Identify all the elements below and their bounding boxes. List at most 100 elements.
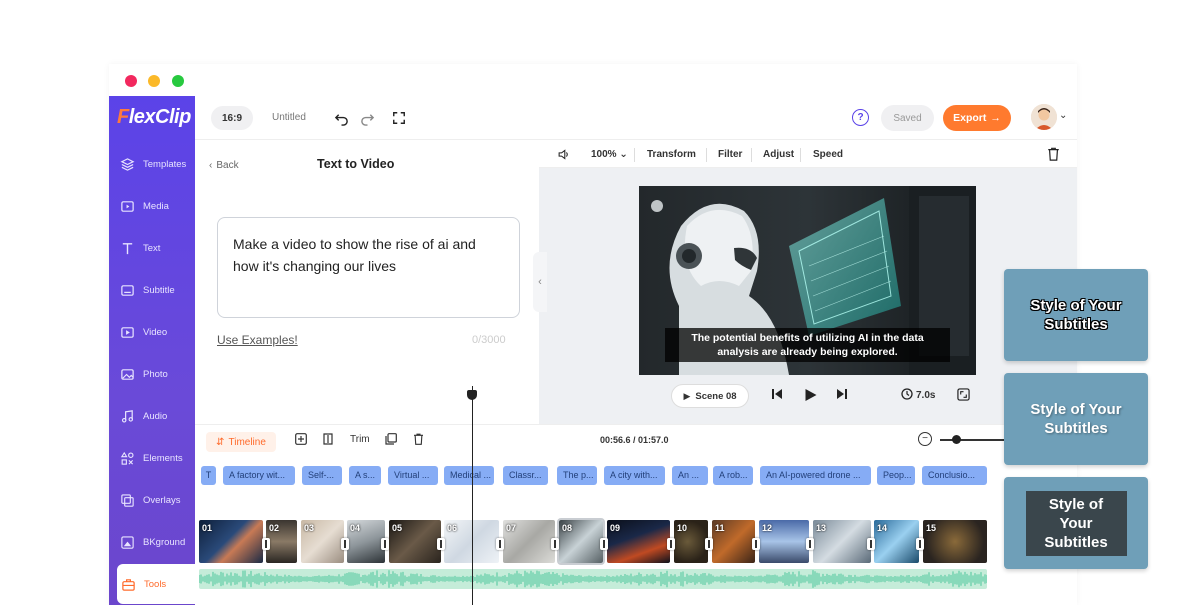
minimize-window-dot[interactable] xyxy=(148,75,160,87)
prompt-textarea[interactable]: Make a video to show the rise of ai and … xyxy=(217,217,520,318)
scene-thumbnail-selected[interactable]: 08 xyxy=(557,518,605,565)
sidebar-item-media[interactable]: Media xyxy=(109,186,195,226)
transition-marker[interactable] xyxy=(437,538,445,550)
scene-thumbnail[interactable]: 12 xyxy=(759,520,809,563)
zoom-slider-handle[interactable] xyxy=(952,435,961,444)
timeline-tab[interactable]: ⇵ Timeline xyxy=(206,432,276,452)
fullscreen-icon[interactable] xyxy=(390,109,408,127)
sidebar-item-subtitle[interactable]: Subtitle xyxy=(109,270,195,310)
zoom-dropdown[interactable]: 100% ⌄ xyxy=(591,149,628,160)
sidebar-item-tools[interactable]: Tools xyxy=(117,564,195,604)
subtitle-chip[interactable]: Classr... xyxy=(503,466,548,485)
subtitle-chip[interactable]: Peop... xyxy=(877,466,915,485)
skip-forward-icon[interactable] xyxy=(836,388,848,403)
trim-button[interactable]: Trim xyxy=(350,434,370,445)
video-frame[interactable]: The potential benefits of utilizing AI i… xyxy=(639,186,976,375)
sidebar-item-elements[interactable]: Elements xyxy=(109,438,195,478)
scene-thumbnail[interactable]: 02 xyxy=(266,520,297,563)
scene-thumbnail[interactable]: 01 xyxy=(199,520,263,563)
scene-duration[interactable]: 7.0s xyxy=(901,388,935,403)
scene-thumbnail[interactable]: 09 xyxy=(607,520,670,563)
sidebar-item-video[interactable]: Video xyxy=(109,312,195,352)
scene-thumbnail[interactable]: 11 xyxy=(712,520,755,563)
project-title[interactable]: Untitled xyxy=(272,112,306,123)
adjust-button[interactable]: Adjust xyxy=(763,149,794,160)
sidebar-item-background[interactable]: BKground xyxy=(109,522,195,562)
scene-thumbnail[interactable]: 07 xyxy=(503,520,555,563)
maximize-window-dot[interactable] xyxy=(172,75,184,87)
add-scene-icon[interactable] xyxy=(295,433,307,448)
subtitle-chip[interactable]: T xyxy=(201,466,216,485)
speed-button[interactable]: Speed xyxy=(813,149,843,160)
transform-button[interactable]: Transform xyxy=(647,149,696,160)
subtitle-style-card[interactable]: Style of Your Subtitles xyxy=(1004,269,1148,361)
user-avatar[interactable] xyxy=(1031,104,1057,130)
scene-thumbnail[interactable]: 14 xyxy=(874,520,919,563)
scene-number: 07 xyxy=(506,523,517,533)
transition-marker[interactable] xyxy=(867,538,875,550)
sidebar-item-photo[interactable]: Photo xyxy=(109,354,195,394)
scene-thumbnail[interactable]: 15 xyxy=(923,520,987,563)
split-icon[interactable] xyxy=(322,433,334,448)
transition-marker[interactable] xyxy=(341,538,349,550)
aspect-ratio-button[interactable]: 16:9 xyxy=(211,106,253,130)
subtitle-chip[interactable]: Virtual ... xyxy=(388,466,438,485)
playhead-line[interactable] xyxy=(472,386,473,605)
subtitle-chip[interactable]: A s... xyxy=(349,466,381,485)
sidebar-item-text[interactable]: Text xyxy=(109,228,195,268)
scene-number: 08 xyxy=(562,523,573,533)
scene-thumbnail[interactable]: 13 xyxy=(813,520,871,563)
subtitle-chip[interactable]: An ... xyxy=(672,466,708,485)
zoom-out-button[interactable]: − xyxy=(918,432,932,446)
transition-marker[interactable] xyxy=(262,538,270,550)
undo-icon[interactable] xyxy=(332,109,350,127)
transition-marker[interactable] xyxy=(600,538,608,550)
volume-icon[interactable] xyxy=(557,148,571,166)
transition-marker[interactable] xyxy=(381,538,389,550)
skip-back-icon[interactable] xyxy=(771,388,783,403)
use-examples-link[interactable]: Use Examples! xyxy=(217,333,298,347)
scene-number: 13 xyxy=(816,523,827,533)
redo-icon[interactable] xyxy=(358,109,376,127)
subtitle-style-card[interactable]: Style of Your Subtitles xyxy=(1004,477,1148,569)
fit-screen-icon[interactable] xyxy=(957,388,970,404)
transition-marker[interactable] xyxy=(752,538,760,550)
chevron-down-icon[interactable]: ⌄ xyxy=(1059,110,1067,121)
transition-marker[interactable] xyxy=(806,538,814,550)
subtitle-caption[interactable]: The potential benefits of utilizing AI i… xyxy=(665,328,950,362)
subtitle-style-preview: Style of Your Subtitles xyxy=(1030,297,1122,333)
subtitle-chip[interactable]: Conclusio... xyxy=(922,466,987,485)
subtitle-chip[interactable]: Medical ... xyxy=(444,466,494,485)
delete-icon[interactable] xyxy=(413,433,424,448)
transition-marker[interactable] xyxy=(551,538,559,550)
subtitle-style-card[interactable]: Style of Your Subtitles xyxy=(1004,373,1148,465)
play-icon[interactable] xyxy=(804,388,817,405)
transition-marker[interactable] xyxy=(496,538,504,550)
scene-thumbnail[interactable]: 03 xyxy=(301,520,344,563)
scene-thumbnail[interactable]: 04 xyxy=(347,520,385,563)
transition-marker[interactable] xyxy=(916,538,924,550)
sidebar-item-overlays[interactable]: Overlays xyxy=(109,480,195,520)
subtitle-chip[interactable]: The p... xyxy=(557,466,597,485)
subtitle-chip[interactable]: A rob... xyxy=(713,466,753,485)
transition-marker[interactable] xyxy=(705,538,713,550)
subtitle-chip[interactable]: Self-... xyxy=(302,466,342,485)
transition-marker[interactable] xyxy=(667,538,675,550)
sidebar-item-templates[interactable]: Templates xyxy=(109,144,195,184)
back-button[interactable]: ‹ Back xyxy=(209,160,239,171)
subtitle-chip[interactable]: A factory wit... xyxy=(223,466,295,485)
help-icon[interactable]: ? xyxy=(852,109,869,126)
filter-button[interactable]: Filter xyxy=(718,149,742,160)
scene-thumbnail[interactable]: 05 xyxy=(389,520,441,563)
subtitle-chip[interactable]: An AI-powered drone ... xyxy=(760,466,871,485)
subtitle-chip[interactable]: A city with... xyxy=(604,466,665,485)
scene-thumbnail[interactable]: 10 xyxy=(674,520,708,563)
scene-play-button[interactable]: ▶ Scene 08 xyxy=(671,384,749,408)
close-window-dot[interactable] xyxy=(125,75,137,87)
export-button[interactable]: Export → xyxy=(943,105,1011,131)
sidebar-item-audio[interactable]: Audio xyxy=(109,396,195,436)
audio-track[interactable] xyxy=(199,569,987,589)
duplicate-icon[interactable] xyxy=(385,433,397,448)
trash-icon[interactable] xyxy=(1047,147,1060,166)
collapse-panel-handle[interactable]: ‹ xyxy=(533,252,547,312)
